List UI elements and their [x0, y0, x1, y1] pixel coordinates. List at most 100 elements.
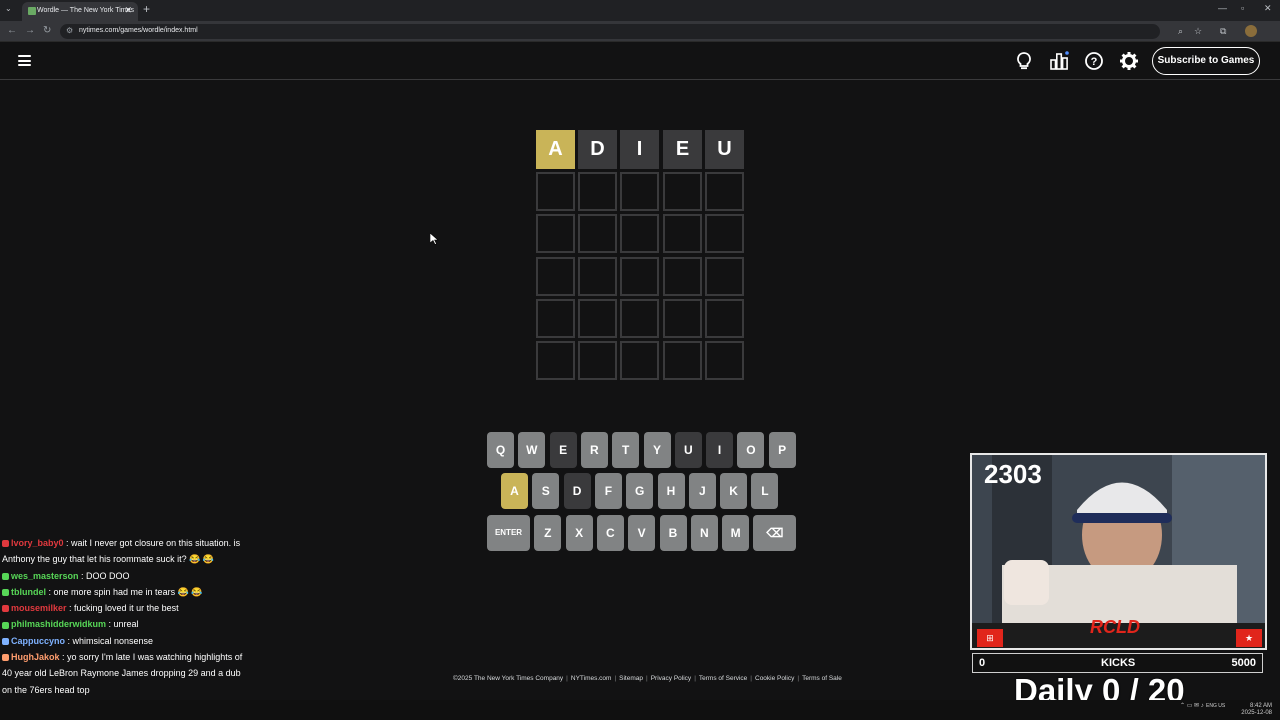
board-tile [578, 172, 617, 211]
key-h[interactable]: H [657, 473, 685, 509]
hint-bulb-icon[interactable] [1014, 51, 1034, 71]
profile-avatar[interactable] [1245, 25, 1257, 37]
hamburger-menu-icon[interactable] [18, 55, 31, 66]
stream-counter: 2303 [984, 459, 1042, 489]
footer-separator: | [646, 675, 648, 682]
chat-message: lvory_baby0 : wait I never got closure o… [0, 535, 245, 568]
board-tile [578, 341, 617, 380]
key-v[interactable]: V [628, 515, 656, 551]
close-tab-icon[interactable]: ✕ [124, 5, 132, 16]
restore-icon[interactable]: ▫ [1241, 3, 1244, 13]
forward-icon[interactable]: → [25, 25, 35, 36]
footer-link[interactable]: Cookie Policy [755, 675, 794, 682]
tray-clock[interactable]: 8:42 AM 2025-12-08 [1238, 703, 1272, 717]
new-tab-icon[interactable]: + [143, 2, 150, 16]
key-g[interactable]: G [626, 473, 654, 509]
key-b[interactable]: B [659, 515, 687, 551]
tray-icons[interactable]: ⌃ ▭ ✉ ♪ [1180, 703, 1204, 710]
minimize-icon[interactable]: — [1218, 3, 1227, 13]
board-tile [620, 172, 659, 211]
extensions-icon[interactable]: ⧉ [1220, 26, 1226, 37]
key-d[interactable]: D [563, 473, 591, 509]
board-tile [536, 257, 575, 296]
url-text: nytimes.com/games/wordle/index.html [79, 27, 198, 34]
key-f[interactable]: F [594, 473, 622, 509]
bookmark-star-icon[interactable]: ☆ [1194, 26, 1202, 37]
key-l[interactable]: L [751, 473, 779, 509]
footer-link[interactable]: Privacy Policy [651, 675, 691, 682]
footer-link[interactable]: Sitemap [619, 675, 643, 682]
banner-left-badge-icon: ⊞ [977, 629, 1003, 647]
enter-key[interactable]: ENTER [487, 515, 530, 551]
reload-icon[interactable]: ↻ [43, 25, 51, 36]
chat-message: philmashidderwidkum : unreal [0, 616, 245, 632]
key-r[interactable]: R [580, 432, 608, 468]
board-tile [578, 299, 617, 338]
chat-username: tblundel [11, 586, 46, 597]
key-w[interactable]: W [518, 432, 546, 468]
footer-link[interactable]: ©2025 The New York Times Company [453, 675, 563, 682]
stats-icon[interactable] [1049, 51, 1069, 71]
game-header: ? [0, 42, 1280, 80]
webcam-overlay: 2303 ⊞ RCLD ★ [970, 453, 1267, 650]
settings-gear-icon[interactable] [1119, 51, 1139, 71]
backspace-key-icon[interactable]: ⌫ [753, 515, 797, 551]
key-q[interactable]: Q [487, 432, 514, 468]
board-tile: E [663, 130, 702, 169]
key-c[interactable]: C [596, 515, 624, 551]
browser-tab-wordle[interactable]: Wordle — The New York Times ✕ [22, 2, 138, 21]
chat-badge-icon [2, 605, 9, 613]
key-e[interactable]: E [549, 432, 577, 468]
chat-username: Cappuccyno [11, 635, 66, 646]
chat-badge-icon [2, 654, 9, 662]
key-u[interactable]: U [674, 432, 702, 468]
key-k[interactable]: K [720, 473, 748, 509]
footer-link[interactable]: NYTimes.com [571, 675, 612, 682]
key-j[interactable]: J [688, 473, 716, 509]
board-tile [536, 341, 575, 380]
subscribe-button[interactable]: Subscribe to Games [1152, 47, 1260, 75]
key-o[interactable]: O [737, 432, 765, 468]
chat-message: mousemilker : fucking loved it ur the be… [0, 600, 245, 616]
key-y[interactable]: Y [643, 432, 671, 468]
help-icon[interactable]: ? [1084, 51, 1104, 71]
key-i[interactable]: I [706, 432, 734, 468]
key-z[interactable]: Z [534, 515, 562, 551]
key-t[interactable]: T [612, 432, 640, 468]
key-a[interactable]: A [501, 473, 528, 509]
chat-badge-icon [2, 572, 9, 580]
board-tile [536, 172, 575, 211]
footer-separator: | [694, 675, 696, 682]
back-icon[interactable]: ← [7, 25, 17, 36]
chat-badge-icon [2, 637, 9, 645]
key-n[interactable]: N [690, 515, 718, 551]
os-taskbar: ⌃ ▭ ✉ ♪ ENG US 8:42 AM 2025-12-08 [0, 700, 1280, 720]
key-s[interactable]: S [532, 473, 560, 509]
chat-username: philmashidderwidkum [11, 619, 107, 630]
svg-text:?: ? [1091, 56, 1098, 68]
board-tile [536, 299, 575, 338]
footer-link[interactable]: Terms of Service [699, 675, 747, 682]
kicks-max: 5000 [1231, 657, 1256, 669]
board-tile [620, 257, 659, 296]
board-tile [705, 299, 744, 338]
chat-message: tblundel : one more spin had me in tears… [0, 584, 245, 600]
tab-list-chevron-icon[interactable]: ⌄ [5, 4, 12, 13]
chat-username: lvory_baby0 [11, 538, 64, 548]
tab-title: Wordle — The New York Times [37, 7, 135, 14]
board-tile [620, 299, 659, 338]
board-tile [578, 257, 617, 296]
key-x[interactable]: X [565, 515, 593, 551]
board-tile [578, 214, 617, 253]
chat-message: HughJakok : yo sorry I'm late I was watc… [0, 649, 245, 698]
url-field[interactable]: ⚙ nytimes.com/games/wordle/index.html [60, 24, 1160, 39]
site-info-icon[interactable]: ⚙ [66, 26, 73, 35]
close-window-icon[interactable]: ✕ [1264, 3, 1272, 14]
key-p[interactable]: P [768, 432, 796, 468]
board-tile [620, 341, 659, 380]
zoom-icon[interactable]: ⌕ [1178, 26, 1183, 37]
footer-link[interactable]: Terms of Sale [802, 675, 842, 682]
wordle-favicon-icon [28, 7, 36, 15]
board-tile: U [705, 130, 744, 169]
key-m[interactable]: M [722, 515, 750, 551]
